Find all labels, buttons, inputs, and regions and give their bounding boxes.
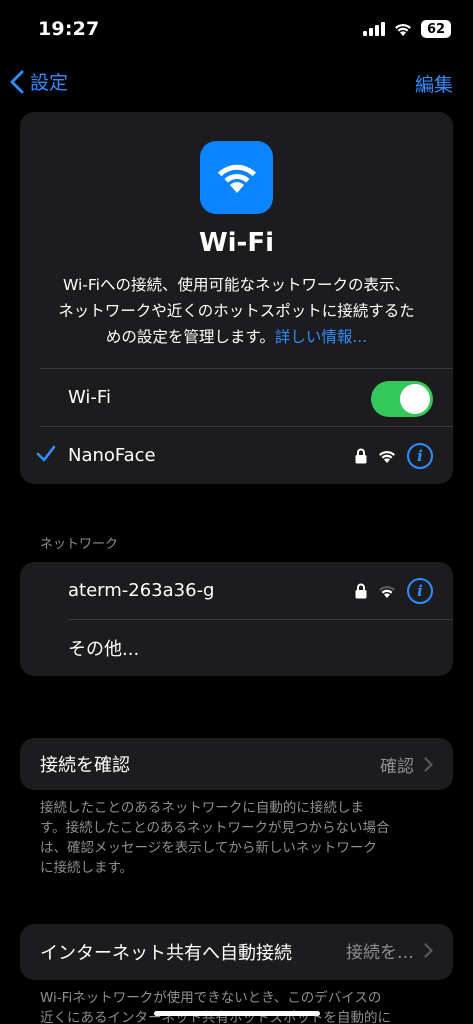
auto-join-hotspot-row[interactable]: インターネット共有へ自動接続 接続を…: [40, 924, 453, 980]
ask-to-join-card: 接続を確認 確認: [20, 738, 453, 790]
info-icon[interactable]: i: [407, 443, 433, 469]
footnote-line: Wi-Fiネットワークが使用できないとき、このデバイスの: [40, 990, 382, 1006]
connected-network-row[interactable]: NanoFace i: [36, 426, 453, 485]
description-line: めの設定を管理します。: [105, 328, 275, 346]
cellular-signal-icon: [363, 22, 385, 36]
footnote-line: 接続したことのあるネットワークに自動的に接続しま: [40, 800, 364, 816]
chevron-right-icon: [424, 756, 433, 772]
ask-to-join-value: 確認: [380, 738, 433, 790]
lock-icon: [355, 583, 367, 599]
network-icons: i: [355, 562, 433, 620]
battery-icon: 62: [421, 20, 451, 38]
ask-to-join-row[interactable]: 接続を確認 確認: [40, 738, 453, 790]
chevron-right-icon: [424, 942, 433, 958]
networks-card: aterm-263a36-g i その他...: [20, 562, 453, 676]
info-icon[interactable]: i: [407, 578, 433, 604]
footnote-line: に接続します。: [40, 860, 134, 876]
wifi-description: Wi-Fiへの接続、使用可能なネットワークの表示、 ネットワークや近くのホットス…: [36, 272, 437, 350]
back-label: 設定: [30, 72, 69, 94]
checkmark-icon: [36, 445, 56, 462]
learn-more-link[interactable]: 詳しい情報...: [275, 328, 367, 346]
wifi-app-icon: [200, 141, 273, 214]
lock-icon: [355, 448, 367, 464]
description-line: Wi-Fiへの接続、使用可能なネットワークの表示、: [63, 276, 410, 294]
connected-network-icons: i: [355, 427, 433, 485]
connected-network-name: NanoFace: [68, 445, 156, 466]
chevron-left-icon: [10, 70, 24, 93]
network-row[interactable]: aterm-263a36-g i: [68, 562, 453, 619]
ask-to-join-footnote: 接続したことのあるネットワークに自動的に接続しま す。接続したことのあるネットワ…: [40, 798, 440, 878]
section-header-networks: ネットワーク: [40, 537, 119, 552]
auto-join-hotspot-footnote: Wi-Fiネットワークが使用できないとき、このデバイスの 近くにあるインターネッ…: [40, 988, 440, 1024]
description-line: ネットワークや近くのホットスポットに接続するた: [58, 302, 415, 320]
other-network-label: その他...: [68, 639, 140, 660]
edit-button[interactable]: 編集: [415, 70, 453, 97]
wifi-toggle-label: Wi-Fi: [68, 387, 111, 408]
network-name: aterm-263a36-g: [68, 580, 215, 601]
other-network-row[interactable]: その他...: [68, 619, 453, 676]
ask-to-join-label: 接続を確認: [40, 755, 130, 776]
home-indicator[interactable]: [154, 1011, 320, 1016]
wifi-toggle-row: Wi-Fi: [40, 368, 453, 426]
back-button[interactable]: 設定: [10, 68, 68, 95]
footnote-line: は、確認メッセージを表示してから新しいネットワーク: [40, 840, 377, 856]
wifi-toggle[interactable]: [371, 381, 433, 417]
wifi-signal-icon: [379, 585, 395, 598]
navigation-bar: 設定 編集: [0, 62, 473, 106]
auto-join-hotspot-label: インターネット共有へ自動接続: [40, 943, 292, 964]
ask-to-join-value-text: 確認: [380, 756, 414, 777]
wifi-card: Wi-Fi Wi-Fiへの接続、使用可能なネットワークの表示、 ネットワークや近…: [20, 112, 453, 484]
page-title: Wi-Fi: [198, 228, 275, 258]
status-bar: 19:27 62: [0, 0, 473, 56]
status-icons: 62: [363, 20, 451, 38]
auto-join-hotspot-card: インターネット共有へ自動接続 接続を…: [20, 924, 453, 980]
auto-join-hotspot-value: 接続を…: [346, 924, 433, 976]
auto-join-hotspot-value-text: 接続を…: [346, 942, 414, 963]
wifi-status-icon: [395, 23, 411, 36]
footnote-line: す。接続したことのあるネットワークが見つからない場合: [40, 820, 390, 836]
wifi-signal-icon: [379, 450, 395, 463]
status-time: 19:27: [38, 18, 100, 40]
